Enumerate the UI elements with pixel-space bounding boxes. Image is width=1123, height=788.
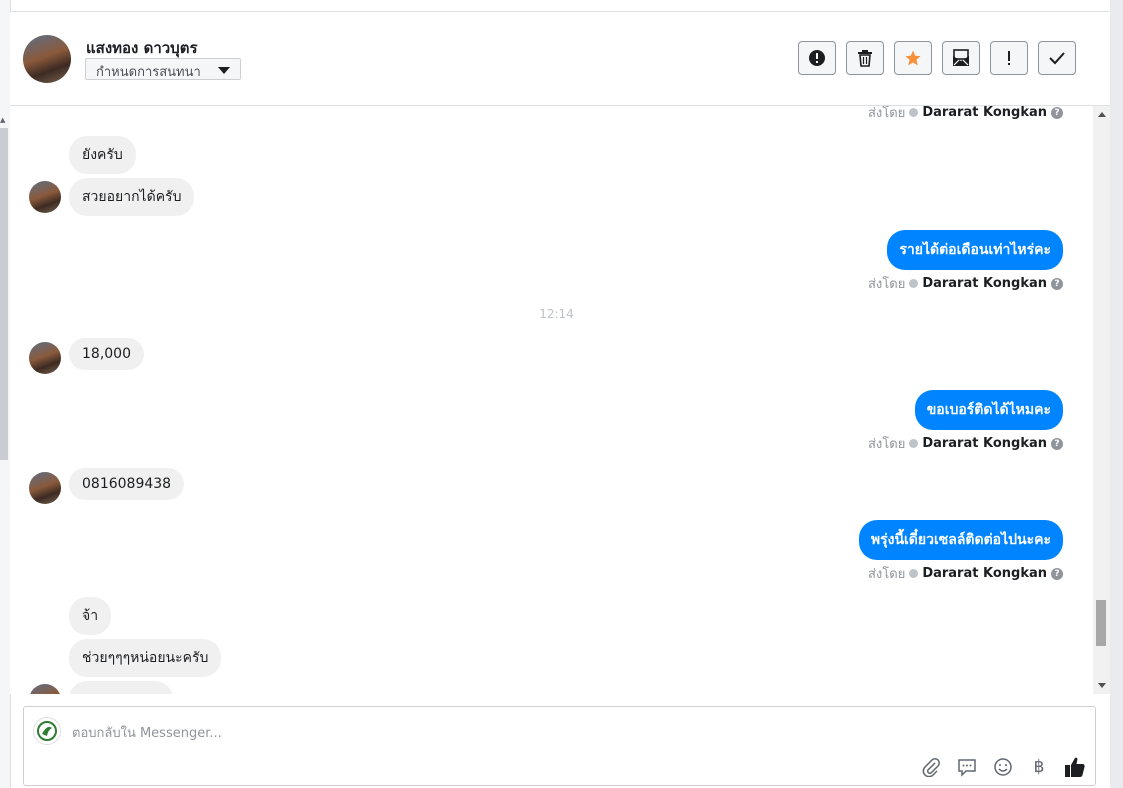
mark-done-button[interactable] xyxy=(1038,41,1076,75)
sent-by-label: ส่งโดย Dararat Kongkan ? xyxy=(868,433,1063,454)
baht-icon: ฿ xyxy=(1033,757,1045,777)
assign-label: กำหนดการสนทนา xyxy=(96,65,201,80)
sent-by-label: ส่งโดย Dararat Kongkan ? xyxy=(868,563,1063,584)
message-thread[interactable]: ส่งโดย Dararat Kongkan ? ยังครับ สวยอยาก… xyxy=(10,106,1093,694)
sent-by-prefix: ส่งโดย xyxy=(867,277,906,292)
contact-avatar-small[interactable] xyxy=(29,342,61,374)
emoji-icon xyxy=(994,758,1012,776)
scroll-thumb[interactable] xyxy=(1096,600,1106,646)
scroll-up-arrow-icon[interactable] xyxy=(1098,112,1106,117)
help-icon[interactable]: ? xyxy=(1051,106,1063,119)
exclamation-icon xyxy=(1008,51,1010,65)
incoming-message[interactable]: 0816089438 xyxy=(69,468,185,500)
outgoing-message[interactable]: พรุ่งนี้เดี๋ยวเซลล์ติดต่อไปนะคะ xyxy=(858,520,1063,560)
caret-down-icon xyxy=(218,67,230,74)
sent-by-label: ส่งโดย Dararat Kongkan ? xyxy=(868,106,1063,123)
star-button[interactable] xyxy=(894,41,932,75)
help-icon[interactable]: ? xyxy=(1051,277,1063,290)
contact-name[interactable]: แสงทอง ดาวบุตร xyxy=(86,36,198,60)
star-icon xyxy=(905,50,921,66)
incoming-message[interactable]: ยังครับ xyxy=(69,136,136,174)
saved-reply-button[interactable] xyxy=(955,755,979,779)
top-bar xyxy=(10,0,1110,12)
alert-circle-icon xyxy=(809,50,825,66)
conversation-header: แสงทอง ดาวบุตร กำหนดการสนทนา xyxy=(10,12,1110,106)
payment-button[interactable]: ฿ xyxy=(1027,755,1051,779)
follow-up-button[interactable] xyxy=(990,41,1028,75)
help-icon[interactable]: ? xyxy=(1051,437,1063,450)
contact-avatar-small[interactable] xyxy=(29,684,61,694)
agent-name[interactable]: Dararat Kongkan xyxy=(922,566,1047,581)
contact-avatar-small[interactable] xyxy=(29,181,61,213)
thread-scrollbar[interactable] xyxy=(1093,106,1110,694)
incoming-message-partial[interactable] xyxy=(69,681,173,694)
incoming-message[interactable]: สวยอยากได้ครับ xyxy=(69,178,195,216)
emoji-button[interactable] xyxy=(991,755,1015,779)
outgoing-message[interactable]: รายได้ต่อเดือนเท่าไหร่คะ xyxy=(887,230,1063,270)
help-icon[interactable]: ? xyxy=(1051,567,1063,580)
trash-icon xyxy=(858,50,872,67)
sent-by-prefix: ส่งโดย xyxy=(867,567,906,582)
page-logo-icon xyxy=(37,721,57,741)
paperclip-icon xyxy=(922,758,940,777)
left-scroll-thumb[interactable] xyxy=(0,128,8,460)
incoming-message[interactable]: 18,000 xyxy=(69,338,144,370)
scroll-down-arrow-icon[interactable] xyxy=(1098,683,1106,688)
sent-by-prefix: ส่งโดย xyxy=(867,437,906,452)
right-edge-panel xyxy=(1110,0,1123,788)
agent-avatar-icon xyxy=(909,439,919,448)
scroll-up-arrow-icon[interactable]: ▲ xyxy=(0,116,5,124)
envelope-open-icon xyxy=(953,49,969,66)
sent-by-prefix: ส่งโดย xyxy=(867,106,906,121)
agent-name[interactable]: Dararat Kongkan xyxy=(922,276,1047,291)
assign-conversation-dropdown[interactable]: กำหนดการสนทนา xyxy=(85,58,241,80)
reply-input[interactable]: ตอบกลับใน Messenger... xyxy=(72,722,222,743)
attach-button[interactable] xyxy=(919,755,943,779)
thumbs-up-icon xyxy=(1065,757,1085,777)
incoming-message[interactable]: จ้า xyxy=(69,597,112,635)
agent-name[interactable]: Dararat Kongkan xyxy=(922,106,1047,120)
contact-avatar[interactable] xyxy=(23,35,71,83)
check-icon xyxy=(1049,52,1065,65)
incoming-message[interactable]: ช่วยๆๆๆหน่อยนะครับ xyxy=(69,639,222,677)
sent-by-label: ส่งโดย Dararat Kongkan ? xyxy=(868,273,1063,294)
outgoing-message[interactable]: ขอเบอร์ติดได้ไหมคะ xyxy=(914,390,1063,430)
agent-avatar-icon xyxy=(909,569,919,578)
message-timestamp: 12:14 xyxy=(539,307,574,321)
delete-button[interactable] xyxy=(846,41,884,75)
agent-avatar-icon xyxy=(909,279,919,288)
report-spam-button[interactable] xyxy=(798,41,836,75)
agent-avatar-icon xyxy=(909,108,919,117)
reply-composer[interactable]: ตอบกลับใน Messenger... ฿ xyxy=(23,706,1096,786)
page-avatar xyxy=(33,717,61,745)
like-button[interactable] xyxy=(1063,755,1087,779)
quick-reply-icon xyxy=(958,759,976,777)
contact-avatar-small[interactable] xyxy=(29,472,61,504)
mark-unread-button[interactable] xyxy=(942,41,980,75)
agent-name[interactable]: Dararat Kongkan xyxy=(922,436,1047,451)
